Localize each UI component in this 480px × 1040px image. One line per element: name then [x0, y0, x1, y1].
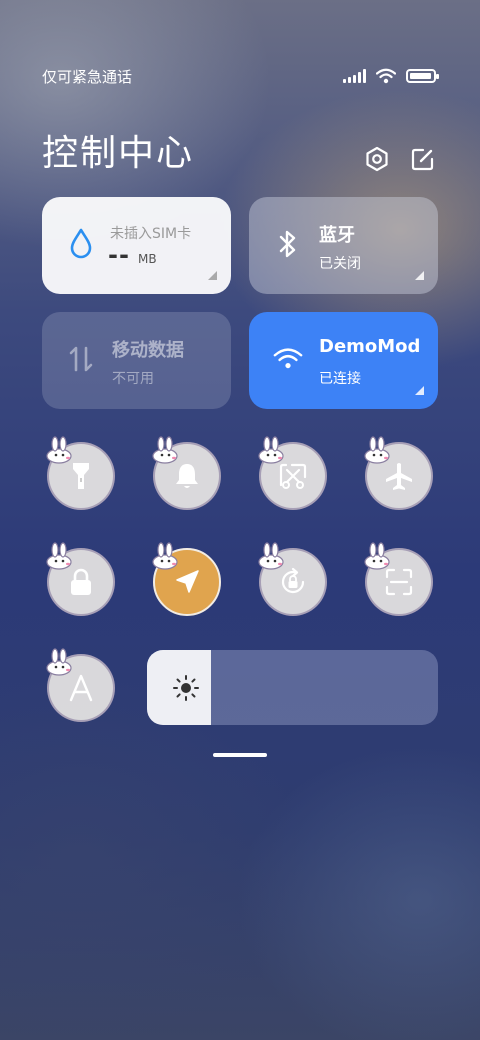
bunny-sticker-icon	[152, 542, 178, 570]
letter-a-icon	[69, 674, 93, 702]
expand-corner	[208, 271, 217, 280]
flashlight-icon	[73, 463, 89, 489]
battery-level	[410, 73, 431, 79]
water-drop-icon	[66, 227, 96, 261]
edit-button[interactable]	[408, 144, 438, 174]
location-arrow-icon	[176, 570, 199, 593]
lock-icon	[71, 568, 91, 595]
bell-icon	[176, 464, 198, 488]
bunny-sticker-icon	[46, 648, 72, 676]
scan-icon	[385, 568, 413, 596]
bluetooth-icon	[273, 227, 303, 261]
carrier-text: 仅可紧急通话	[42, 68, 133, 86]
data-usage-value: --	[108, 241, 130, 269]
signal-icon	[343, 69, 366, 83]
sim-status-label: 未插入SIM卡	[110, 226, 192, 242]
wifi-tile[interactable]: DemoMod 已连接	[249, 312, 438, 409]
mobile-data-title: 移动数据	[112, 340, 184, 361]
bunny-sticker-icon	[46, 542, 72, 570]
data-usage-tile[interactable]: 未插入SIM卡 -- MB	[42, 197, 231, 294]
rotation-lock-icon	[281, 567, 305, 594]
bunny-sticker-icon	[258, 542, 284, 570]
battery-icon	[406, 69, 439, 83]
wifi-status: 已连接	[319, 371, 361, 387]
wifi-status-icon	[376, 68, 396, 84]
airplane-icon	[386, 463, 412, 490]
gear-icon	[366, 146, 388, 172]
wifi-network-name: DemoMod	[319, 336, 419, 357]
expand-corner	[415, 386, 424, 395]
mobile-data-icon	[66, 342, 96, 376]
bluetooth-status: 已关闭	[319, 256, 361, 272]
mobile-data-tile[interactable]: 移动数据 不可用	[42, 312, 231, 409]
sun-icon	[173, 675, 199, 701]
bluetooth-tile[interactable]: 蓝牙 已关闭	[249, 197, 438, 294]
data-usage-unit: MB	[138, 252, 157, 266]
page-title: 控制中心	[42, 133, 195, 174]
status-icons	[343, 68, 439, 84]
bunny-sticker-icon	[258, 436, 284, 464]
status-bar: 仅可紧急通话	[0, 60, 480, 90]
bunny-sticker-icon	[46, 436, 72, 464]
mobile-data-status: 不可用	[112, 371, 154, 387]
wifi-icon	[273, 342, 303, 376]
edit-icon	[411, 148, 434, 171]
settings-button[interactable]	[362, 144, 392, 174]
bluetooth-title: 蓝牙	[319, 225, 355, 246]
expand-corner	[415, 271, 424, 280]
screenshot-icon	[279, 463, 307, 489]
bunny-sticker-icon	[152, 436, 178, 464]
home-indicator[interactable]	[213, 753, 267, 757]
bunny-sticker-icon	[364, 436, 390, 464]
brightness-slider[interactable]	[147, 650, 438, 725]
bunny-sticker-icon	[364, 542, 390, 570]
